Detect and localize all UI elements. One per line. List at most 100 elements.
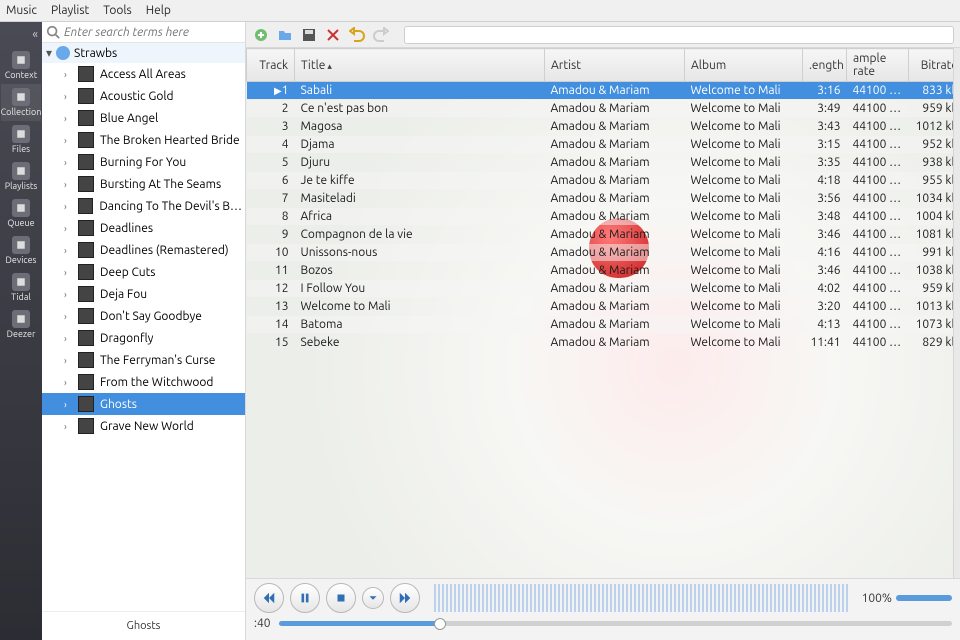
menu-tools[interactable]: Tools bbox=[103, 4, 132, 17]
album-thumb bbox=[78, 330, 94, 346]
stop-menu-button[interactable] bbox=[362, 587, 384, 609]
tree-root[interactable]: ▾ Strawbs bbox=[42, 43, 245, 63]
album-thumb bbox=[78, 374, 94, 390]
cell-length: 3:43 bbox=[803, 118, 847, 136]
cell-album: Welcome to Mali bbox=[685, 172, 803, 190]
chevron-right-icon: › bbox=[64, 245, 72, 256]
album-item[interactable]: ›Deadlines bbox=[42, 217, 245, 239]
vertical-scrollbar[interactable] bbox=[953, 48, 960, 578]
album-item[interactable]: ›Dragonfly bbox=[42, 327, 245, 349]
album-item[interactable]: ›Bursting At The Seams bbox=[42, 173, 245, 195]
cell-album: Welcome to Mali bbox=[685, 334, 803, 352]
col-track[interactable]: Track bbox=[247, 49, 295, 82]
menu-help[interactable]: Help bbox=[146, 4, 171, 17]
cell-samplerate: 44100 h… bbox=[847, 334, 909, 352]
collection-search-input[interactable] bbox=[64, 26, 241, 39]
col-bitrate[interactable]: Bitrate bbox=[909, 49, 954, 82]
cell-length: 11:41 bbox=[803, 334, 847, 352]
prev-button[interactable] bbox=[254, 583, 284, 613]
chevron-right-icon: › bbox=[64, 311, 72, 322]
menu-music[interactable]: Music bbox=[6, 4, 37, 17]
album-item[interactable]: ›From the Witchwood bbox=[42, 371, 245, 393]
volume-slider[interactable] bbox=[896, 595, 952, 601]
album-item[interactable]: ›Acoustic Gold bbox=[42, 85, 245, 107]
album-item[interactable]: ›Deep Cuts bbox=[42, 261, 245, 283]
album-item[interactable]: ›Grave New World bbox=[42, 415, 245, 437]
album-item[interactable]: ›Dancing To The Devil's Beat bbox=[42, 195, 245, 217]
album-label: Deja Fou bbox=[100, 288, 147, 301]
album-item[interactable]: ›Blue Angel bbox=[42, 107, 245, 129]
track-row[interactable]: 15SebekeAmadou & MariamWelcome to Mali11… bbox=[247, 334, 954, 352]
menu-playlist[interactable]: Playlist bbox=[51, 4, 89, 17]
rail-context[interactable]: Context bbox=[1, 47, 41, 84]
playlist-filter-input[interactable] bbox=[404, 26, 954, 44]
cell-title: Sabali bbox=[295, 82, 545, 100]
stop-button[interactable] bbox=[326, 583, 356, 613]
save-button[interactable] bbox=[300, 26, 318, 44]
album-item[interactable]: › Don't Say Goodbye bbox=[42, 305, 245, 327]
rail-collapse-icon[interactable]: « bbox=[32, 28, 38, 41]
track-table[interactable]: Track Title Artist Album .ength ample ra… bbox=[246, 48, 953, 352]
cell-title: Masiteladi bbox=[295, 190, 545, 208]
album-thumb bbox=[78, 88, 94, 104]
cell-bitrate: 833 kb bbox=[909, 82, 954, 100]
rail-files[interactable]: Files bbox=[1, 121, 41, 158]
track-row[interactable]: 12I Follow YouAmadou & MariamWelcome to … bbox=[247, 280, 954, 298]
rail-playlists[interactable]: Playlists bbox=[1, 158, 41, 195]
track-row[interactable]: 5DjuruAmadou & MariamWelcome to Mali3:35… bbox=[247, 154, 954, 172]
track-row[interactable]: 6Je te kiffeAmadou & MariamWelcome to Ma… bbox=[247, 172, 954, 190]
col-title[interactable]: Title bbox=[295, 49, 545, 82]
cell-samplerate: 44100 h… bbox=[847, 118, 909, 136]
cell-length: 3:49 bbox=[803, 100, 847, 118]
album-item[interactable]: ›Access All Areas bbox=[42, 63, 245, 85]
pause-button[interactable] bbox=[290, 583, 320, 613]
rail-label: Tidal bbox=[11, 293, 31, 302]
rail-collection[interactable]: Collection bbox=[1, 84, 41, 121]
col-album[interactable]: Album bbox=[685, 49, 803, 82]
collection-tree[interactable]: ▾ Strawbs ›Access All Areas›Acoustic Gol… bbox=[42, 43, 245, 611]
album-label: Don't Say Goodbye bbox=[100, 310, 202, 323]
track-row[interactable]: 13Welcome to MaliAmadou & MariamWelcome … bbox=[247, 298, 954, 316]
open-button[interactable] bbox=[276, 26, 294, 44]
album-label: Ghosts bbox=[100, 398, 137, 411]
rail-tidal[interactable]: Tidal bbox=[1, 269, 41, 306]
album-item[interactable]: ›The Ferryman's Curse bbox=[42, 349, 245, 371]
sidebar-footer-label: Ghosts bbox=[42, 611, 245, 640]
clear-button[interactable] bbox=[324, 26, 342, 44]
album-item[interactable]: ›Deja Fou bbox=[42, 283, 245, 305]
track-row[interactable]: 14BatomaAmadou & MariamWelcome to Mali4:… bbox=[247, 316, 954, 334]
track-row[interactable]: 7MasiteladiAmadou & MariamWelcome to Mal… bbox=[247, 190, 954, 208]
album-thumb bbox=[78, 418, 94, 434]
album-label: Acoustic Gold bbox=[100, 90, 174, 103]
track-row[interactable]: 1SabaliAmadou & MariamWelcome to Mali3:1… bbox=[247, 82, 954, 100]
track-row[interactable]: 8AfricaAmadou & MariamWelcome to Mali3:4… bbox=[247, 208, 954, 226]
rail-queue[interactable]: Queue bbox=[1, 195, 41, 232]
rail-devices[interactable]: Devices bbox=[1, 232, 41, 269]
track-row[interactable]: 3MagosaAmadou & MariamWelcome to Mali3:4… bbox=[247, 118, 954, 136]
album-label: Deep Cuts bbox=[100, 266, 156, 279]
track-row[interactable]: 4DjamaAmadou & MariamWelcome to Mali3:15… bbox=[247, 136, 954, 154]
cell-title: Bozos bbox=[295, 262, 545, 280]
undo-button[interactable] bbox=[348, 26, 366, 44]
rail-deezer[interactable]: Deezer bbox=[1, 306, 41, 343]
album-item[interactable]: ›Deadlines (Remastered) bbox=[42, 239, 245, 261]
elapsed-time: :40 bbox=[254, 617, 271, 630]
col-samplerate[interactable]: ample rate bbox=[847, 49, 909, 82]
album-item[interactable]: ›The Broken Hearted Bride bbox=[42, 129, 245, 151]
seek-slider[interactable] bbox=[279, 621, 953, 626]
cell-artist: Amadou & Mariam bbox=[545, 280, 685, 298]
album-thumb bbox=[78, 396, 94, 412]
track-row[interactable]: 9Compagnon de la vieAmadou & MariamWelco… bbox=[247, 226, 954, 244]
new-playlist-button[interactable] bbox=[252, 26, 270, 44]
album-item[interactable]: ›Ghosts bbox=[42, 393, 245, 415]
album-item[interactable]: ›Burning For You bbox=[42, 151, 245, 173]
redo-button[interactable] bbox=[372, 26, 390, 44]
col-length[interactable]: .ength bbox=[803, 49, 847, 82]
next-button[interactable] bbox=[390, 583, 420, 613]
cell-samplerate: 44100 h… bbox=[847, 172, 909, 190]
track-row[interactable]: 2Ce n'est pas bonAmadou & MariamWelcome … bbox=[247, 100, 954, 118]
track-row[interactable]: 11BozosAmadou & MariamWelcome to Mali3:4… bbox=[247, 262, 954, 280]
volume-control[interactable]: 100% bbox=[862, 592, 952, 605]
track-row[interactable]: 10Unissons-nousAmadou & MariamWelcome to… bbox=[247, 244, 954, 262]
col-artist[interactable]: Artist bbox=[545, 49, 685, 82]
